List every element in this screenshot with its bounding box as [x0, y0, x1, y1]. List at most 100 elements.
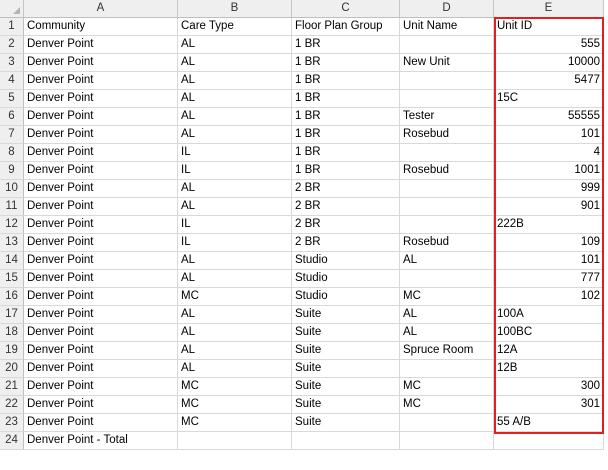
cell-floor-plan-group[interactable]: Suite: [292, 378, 400, 396]
cell-care-type[interactable]: IL: [178, 216, 292, 234]
cell-care-type[interactable]: [178, 432, 292, 450]
cell-community[interactable]: Denver Point: [24, 216, 178, 234]
cell-community[interactable]: Denver Point: [24, 180, 178, 198]
cell-care-type[interactable]: AL: [178, 90, 292, 108]
cell-care-type[interactable]: AL: [178, 324, 292, 342]
cell-unit-name[interactable]: [400, 432, 494, 450]
row-number[interactable]: 12: [0, 216, 24, 234]
cell-unit-name[interactable]: AL: [400, 324, 494, 342]
cell-floor-plan-group[interactable]: Floor Plan Group: [292, 18, 400, 36]
cell-floor-plan-group[interactable]: Studio: [292, 288, 400, 306]
cell-community[interactable]: Denver Point: [24, 414, 178, 432]
cell-unit-name[interactable]: Rosebud: [400, 234, 494, 252]
select-all-corner[interactable]: [0, 0, 24, 18]
cell-floor-plan-group[interactable]: 1 BR: [292, 90, 400, 108]
cell-floor-plan-group[interactable]: 2 BR: [292, 198, 400, 216]
cell-floor-plan-group[interactable]: Suite: [292, 342, 400, 360]
cell-unit-id[interactable]: 100BC: [494, 324, 604, 342]
row-number[interactable]: 8: [0, 144, 24, 162]
cell-community[interactable]: Denver Point: [24, 36, 178, 54]
cell-unit-id[interactable]: 10000: [494, 54, 604, 72]
cell-unit-name[interactable]: New Unit: [400, 54, 494, 72]
column-header-b[interactable]: B: [178, 0, 292, 18]
row-number[interactable]: 2: [0, 36, 24, 54]
cell-unit-id[interactable]: 101: [494, 252, 604, 270]
cell-unit-name[interactable]: [400, 360, 494, 378]
column-header-d[interactable]: D: [400, 0, 494, 18]
cell-unit-id[interactable]: 999: [494, 180, 604, 198]
cell-community[interactable]: Denver Point: [24, 126, 178, 144]
cell-unit-name[interactable]: Rosebud: [400, 126, 494, 144]
row-number[interactable]: 20: [0, 360, 24, 378]
cell-community[interactable]: Denver Point: [24, 90, 178, 108]
row-number[interactable]: 7: [0, 126, 24, 144]
row-number[interactable]: 17: [0, 306, 24, 324]
row-number[interactable]: 13: [0, 234, 24, 252]
cell-community[interactable]: Denver Point: [24, 360, 178, 378]
cell-care-type[interactable]: AL: [178, 198, 292, 216]
cell-care-type[interactable]: MC: [178, 414, 292, 432]
cell-unit-id[interactable]: 101: [494, 126, 604, 144]
cell-care-type[interactable]: AL: [178, 270, 292, 288]
cell-unit-id[interactable]: 100A: [494, 306, 604, 324]
row-number[interactable]: 15: [0, 270, 24, 288]
cell-floor-plan-group[interactable]: Suite: [292, 306, 400, 324]
row-number[interactable]: 10: [0, 180, 24, 198]
cell-community[interactable]: Denver Point: [24, 108, 178, 126]
cell-community[interactable]: Denver Point: [24, 342, 178, 360]
cell-unit-id[interactable]: 102: [494, 288, 604, 306]
cell-care-type[interactable]: IL: [178, 162, 292, 180]
row-number[interactable]: 19: [0, 342, 24, 360]
cell-care-type[interactable]: AL: [178, 36, 292, 54]
cell-unit-name[interactable]: [400, 36, 494, 54]
cell-unit-name[interactable]: AL: [400, 252, 494, 270]
cell-care-type[interactable]: MC: [178, 288, 292, 306]
cell-unit-id[interactable]: Unit ID: [494, 18, 604, 36]
cell-care-type[interactable]: Care Type: [178, 18, 292, 36]
cell-community[interactable]: Denver Point: [24, 378, 178, 396]
cell-community[interactable]: Denver Point: [24, 234, 178, 252]
cell-floor-plan-group[interactable]: 2 BR: [292, 180, 400, 198]
cell-unit-name[interactable]: Rosebud: [400, 162, 494, 180]
cell-care-type[interactable]: AL: [178, 360, 292, 378]
column-header-e[interactable]: E: [494, 0, 604, 18]
cell-unit-name[interactable]: Unit Name: [400, 18, 494, 36]
cell-unit-name[interactable]: AL: [400, 306, 494, 324]
cell-care-type[interactable]: MC: [178, 396, 292, 414]
cell-unit-id[interactable]: 301: [494, 396, 604, 414]
cell-community[interactable]: Community: [24, 18, 178, 36]
cell-floor-plan-group[interactable]: 2 BR: [292, 234, 400, 252]
cell-floor-plan-group[interactable]: Suite: [292, 324, 400, 342]
cell-care-type[interactable]: AL: [178, 342, 292, 360]
column-header-a[interactable]: A: [24, 0, 178, 18]
row-number[interactable]: 16: [0, 288, 24, 306]
cell-unit-id[interactable]: 55 A/B: [494, 414, 604, 432]
cell-unit-name[interactable]: MC: [400, 288, 494, 306]
cell-floor-plan-group[interactable]: 1 BR: [292, 54, 400, 72]
cell-care-type[interactable]: MC: [178, 378, 292, 396]
cell-community[interactable]: Denver Point: [24, 144, 178, 162]
cell-community[interactable]: Denver Point: [24, 72, 178, 90]
row-number[interactable]: 4: [0, 72, 24, 90]
cell-floor-plan-group[interactable]: 1 BR: [292, 144, 400, 162]
cell-unit-id[interactable]: 222B: [494, 216, 604, 234]
cell-unit-name[interactable]: [400, 216, 494, 234]
cell-floor-plan-group[interactable]: 1 BR: [292, 108, 400, 126]
cell-unit-id[interactable]: 12A: [494, 342, 604, 360]
cell-unit-id[interactable]: 5477: [494, 72, 604, 90]
cell-community[interactable]: Denver Point: [24, 396, 178, 414]
cell-care-type[interactable]: AL: [178, 72, 292, 90]
cell-floor-plan-group[interactable]: Suite: [292, 396, 400, 414]
cell-floor-plan-group[interactable]: Suite: [292, 414, 400, 432]
row-number[interactable]: 9: [0, 162, 24, 180]
cell-floor-plan-group[interactable]: Suite: [292, 360, 400, 378]
cell-community[interactable]: Denver Point: [24, 198, 178, 216]
row-number[interactable]: 23: [0, 414, 24, 432]
row-number[interactable]: 21: [0, 378, 24, 396]
cell-unit-id[interactable]: 777: [494, 270, 604, 288]
cell-floor-plan-group[interactable]: 1 BR: [292, 126, 400, 144]
cell-unit-name[interactable]: [400, 180, 494, 198]
column-header-c[interactable]: C: [292, 0, 400, 18]
cell-community[interactable]: Denver Point: [24, 288, 178, 306]
cell-unit-id[interactable]: 12B: [494, 360, 604, 378]
